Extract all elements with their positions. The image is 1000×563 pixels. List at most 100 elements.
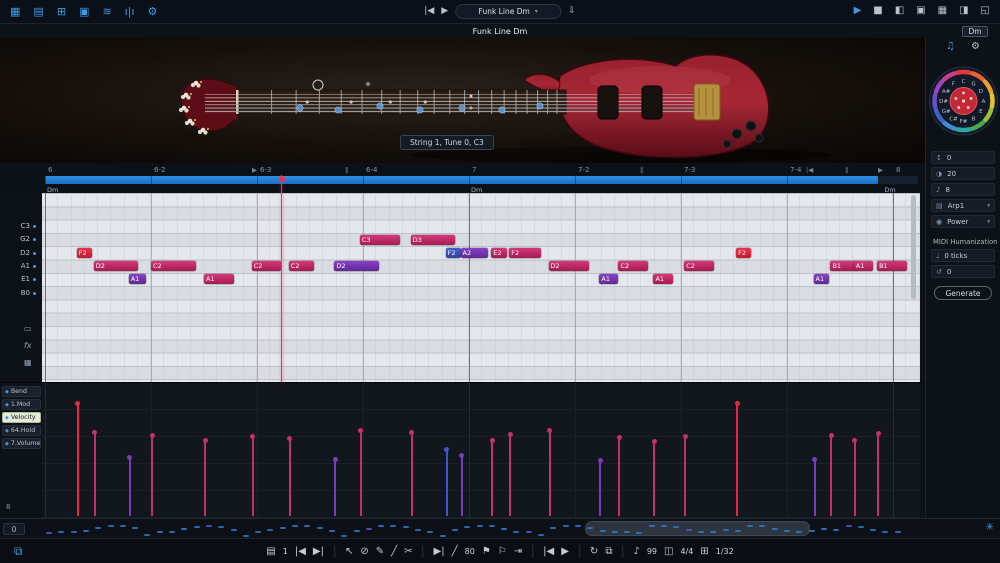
overview-strip[interactable]: 0 ✳ [0, 518, 1000, 538]
prev-riff-icon[interactable]: |◀ [295, 546, 306, 557]
velocity-stem[interactable] [409, 429, 415, 516]
playhead[interactable] [281, 175, 283, 382]
midi-note[interactable]: F2 [445, 247, 461, 258]
midi-note[interactable]: F2 [76, 247, 92, 258]
velocity-stem[interactable] [149, 432, 155, 516]
velocity-stem[interactable] [358, 428, 364, 516]
velocity-stem[interactable] [250, 433, 256, 516]
timeline-ruler[interactable]: 6 6-2 6-3 6-4 7 7-2 7-3 7-4 8 ▶ ‖ ‖ |◀ ‖ ▶ Dm Dm Dm [0, 163, 925, 194]
row-random[interactable]: ↺ 0 [931, 265, 995, 278]
lane-velocity[interactable]: ◆ Velocity [2, 412, 41, 423]
midi-note[interactable]: E2 [491, 247, 508, 258]
keys-panel-icon[interactable]: ▦ [24, 358, 32, 367]
expand-icon[interactable]: ◱ [981, 6, 990, 16]
velocity-stem[interactable] [507, 431, 513, 516]
midi-note[interactable]: C2 [684, 261, 714, 272]
panel-right-icon[interactable]: ◨ [959, 6, 968, 16]
section-play-icon[interactable]: ▶ [252, 166, 257, 174]
panel-main-icon[interactable]: ▣ [916, 6, 925, 16]
velocity-stem[interactable] [202, 437, 208, 516]
velocity-stem[interactable] [682, 433, 688, 516]
generate-button[interactable]: Generate [934, 286, 992, 300]
legato-flag-icon[interactable]: ⚑ [482, 546, 491, 557]
browser-icon[interactable]: ▣ [79, 6, 89, 17]
next-riff-icon[interactable]: ▶| [313, 546, 324, 557]
play-preset-icon[interactable]: ▶ [441, 7, 448, 16]
midi-note[interactable]: D2 [334, 261, 379, 272]
riff-editor-icon[interactable]: ▤ [33, 6, 43, 17]
loop-icon[interactable]: ↻ [590, 546, 598, 557]
velocity-stem[interactable] [875, 430, 881, 516]
playhead-handle[interactable] [278, 176, 285, 182]
velocity-stem[interactable] [812, 456, 817, 516]
midi-note[interactable]: A1 [204, 274, 234, 285]
row-arp[interactable]: ▤ Arp1 ▾ [931, 199, 995, 212]
row-mode[interactable]: ◉ Power ▾ [931, 215, 995, 228]
velocity-stem[interactable] [444, 447, 450, 516]
follow-playhead-icon[interactable]: ▶ [854, 6, 862, 16]
velocity-stem[interactable] [75, 401, 81, 516]
section-pause-icon[interactable]: ‖ [845, 166, 848, 174]
midi-note[interactable]: B1 [877, 261, 907, 272]
velocity-stem[interactable] [92, 429, 98, 516]
velocity-stem[interactable] [287, 435, 293, 516]
section-rewind-icon[interactable]: |◀ [806, 166, 813, 174]
row-timing[interactable]: ♩ 0 ticks [931, 249, 995, 262]
midi-note[interactable]: A1 [813, 274, 830, 285]
lane-7-volume[interactable]: ◆ 7.Volume [2, 438, 41, 449]
midi-note[interactable]: C3 [359, 234, 401, 245]
tab-player-icon[interactable]: ⊞ [57, 6, 66, 17]
settings-icon[interactable]: ⚙ [147, 6, 157, 17]
eq-icon[interactable]: ı|ı [125, 6, 135, 17]
wheel-segment-F#[interactable] [955, 127, 972, 133]
tab-settings[interactable]: ⚙ [971, 42, 980, 56]
row-feel[interactable]: ♪ 8 [931, 183, 995, 196]
lane-1-mod[interactable]: ◆ 1.Mod [2, 399, 41, 410]
velocity-stem[interactable] [852, 437, 858, 516]
velocity-stem[interactable] [734, 401, 740, 516]
rewind-icon[interactable]: |◀ [543, 546, 554, 557]
wheel-segment-C[interactable] [955, 69, 972, 75]
velocity-stem[interactable] [616, 434, 622, 516]
note-grid[interactable] [42, 193, 920, 382]
key-badge[interactable]: Dm [962, 25, 988, 37]
midi-note[interactable]: A1 [128, 274, 146, 285]
link-icon[interactable]: ⧉ [605, 546, 612, 557]
velocity-stem[interactable] [489, 437, 495, 516]
cut-tool-icon[interactable]: ✂ [404, 546, 412, 557]
panel-grid-icon[interactable]: ▦ [938, 6, 947, 16]
velocity-stem[interactable] [597, 458, 603, 516]
preset-selector[interactable]: Funk Line Dm ▾ [455, 4, 562, 19]
meter-icon[interactable]: ◫ [664, 546, 673, 557]
velocity-stem[interactable] [127, 454, 133, 516]
draw-tool-icon[interactable]: ✎ [376, 546, 384, 557]
row-transpose[interactable]: ↕ 0 [931, 151, 995, 164]
midi-note[interactable]: C2 [288, 261, 315, 272]
midi-note[interactable]: A1 [599, 274, 619, 285]
stop-icon[interactable]: ■ [873, 6, 882, 16]
virtual-keyboard-icon[interactable]: ▦ [10, 6, 20, 17]
midi-note[interactable]: A2 [460, 247, 489, 258]
save-preset-icon[interactable]: ⇩ [568, 7, 576, 16]
midi-note[interactable]: D2 [548, 261, 589, 272]
midi-note[interactable]: D3 [410, 234, 456, 245]
velocity-stem[interactable] [459, 452, 465, 516]
metronome-icon[interactable]: ♪ [633, 546, 639, 557]
velocity-area[interactable] [42, 383, 920, 519]
velocity-stem[interactable] [547, 428, 552, 516]
poly-flag-icon[interactable]: ⚐ [498, 546, 507, 557]
midi-note[interactable]: C2 [151, 261, 196, 272]
duplicate-icon[interactable]: ⧉ [14, 545, 23, 557]
midi-note[interactable]: A1 [853, 261, 873, 272]
velocity-stem[interactable] [828, 432, 834, 516]
audition-icon[interactable]: ▶| [434, 546, 445, 557]
mute-tool-icon[interactable]: ⊘ [360, 546, 368, 557]
slope-icon[interactable]: ╱ [452, 546, 458, 557]
tab-riffer[interactable]: ♫ [946, 42, 955, 56]
midi-note[interactable]: C2 [618, 261, 649, 272]
prev-preset-icon[interactable]: |◀ [424, 7, 434, 16]
midi-note[interactable]: A1 [653, 274, 673, 285]
snap-grid-icon[interactable]: ⊞ [700, 546, 708, 557]
play-icon[interactable]: ▶ [561, 546, 569, 557]
panel-left-icon[interactable]: ◧ [895, 6, 904, 16]
